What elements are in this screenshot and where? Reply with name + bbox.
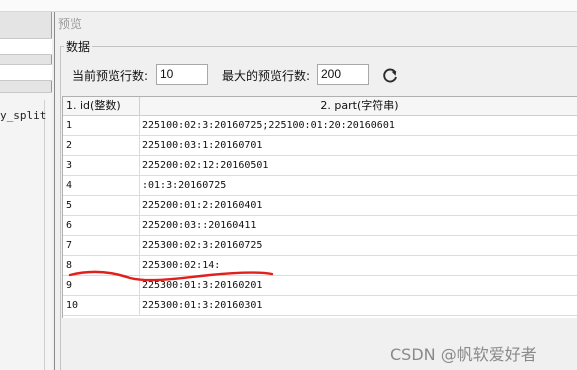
table-row[interactable]: 1 225100:02:3:20160725;225100:01:20:20160…: [63, 116, 577, 136]
dialog-titlebar[interactable]: 预览: [55, 12, 577, 34]
cell-id: 8: [63, 256, 140, 276]
table-row[interactable]: 9 225300:01:3:20160201: [63, 276, 577, 296]
max-preview-rows-label: 最大的预览行数:: [222, 69, 311, 83]
cell-id: 3: [63, 156, 140, 176]
background-step-name: y_split: [0, 109, 47, 122]
cell-part: 225300:02:3:20160725: [142, 240, 263, 251]
background-divider: [44, 100, 45, 370]
table-header: 1. id(整数) 2. part(字符串): [63, 97, 577, 116]
watermark-text: CSDN @帆软爱好者: [390, 345, 537, 364]
cell-part: 225100:02:3:20160725;225100:01:20:201606…: [142, 120, 395, 131]
current-preview-rows-label: 当前预览行数:: [72, 69, 149, 83]
current-preview-rows-input[interactable]: 10: [156, 64, 208, 85]
column-header-part[interactable]: 2. part(字符串): [140, 97, 577, 116]
refresh-icon[interactable]: [381, 67, 399, 85]
table-row[interactable]: 10 225300:01:3:20160301: [63, 296, 577, 316]
cell-id: 10: [63, 296, 140, 316]
cell-id: 9: [63, 276, 140, 296]
table-row[interactable]: 6 225200:03::20160411: [63, 216, 577, 236]
table-row[interactable]: 2 225100:03:1:20160701: [63, 136, 577, 156]
cell-id: 6: [63, 216, 140, 236]
cell-part: 225200:02:12:20160501: [142, 160, 269, 171]
table-row[interactable]: 8 225300:02:14:: [63, 256, 577, 276]
cell-id: 2: [63, 136, 140, 156]
cell-part: 225200:01:2:20160401: [142, 200, 263, 211]
cell-part: 225300:01:3:20160301: [142, 300, 263, 311]
column-header-id[interactable]: 1. id(整数): [63, 97, 140, 116]
cell-part: 225200:03::20160411: [142, 220, 257, 231]
max-preview-rows-input[interactable]: 200: [317, 64, 369, 85]
cell-id: 7: [63, 236, 140, 256]
background-field: [0, 64, 52, 81]
table-row[interactable]: 7 225300:02:3:20160725: [63, 236, 577, 256]
table-row[interactable]: 5 225200:01:2:20160401: [63, 196, 577, 216]
cell-part: 225300:01:3:20160201: [142, 280, 263, 291]
dialog-title: 预览: [58, 17, 83, 31]
cell-id: 5: [63, 196, 140, 216]
background-window-top: [0, 0, 577, 12]
preview-table: 1. id(整数) 2. part(字符串) 1 225100:02:3:2016…: [62, 96, 577, 318]
background-field: [0, 38, 52, 55]
cell-part: :01:3:20160725: [142, 180, 227, 191]
cell-part: 225100:03:1:20160701: [142, 140, 263, 151]
cell-id: 4: [63, 176, 140, 196]
cell-part: 225300:02:14:: [142, 260, 221, 271]
table-row[interactable]: 4:01:3:20160725: [63, 176, 577, 196]
table-row[interactable]: 3 225200:02:12:20160501: [63, 156, 577, 176]
group-title: 数据: [64, 38, 93, 55]
preview-dialog: 预览 数据 当前预览行数: 10 最大的预览行数: 200 1. id(整数) …: [54, 12, 577, 370]
cell-id: 1: [63, 116, 140, 136]
